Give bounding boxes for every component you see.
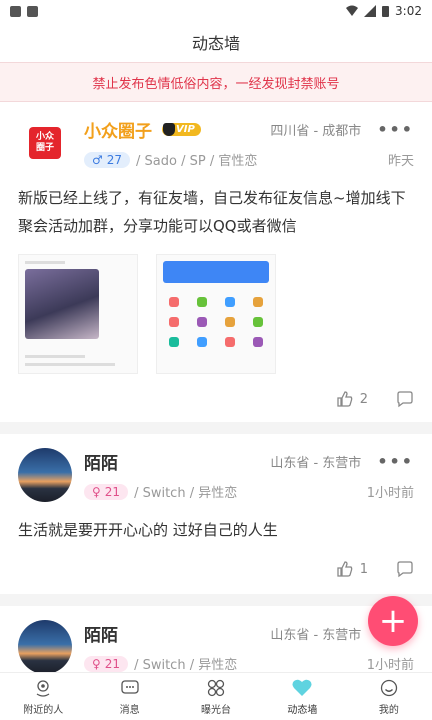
image-line <box>25 261 65 264</box>
comment-button[interactable] <box>396 560 414 578</box>
like-button[interactable]: 1 <box>336 560 368 578</box>
user-name[interactable]: 陌陌 <box>84 449 118 474</box>
nearby-icon <box>36 679 50 697</box>
post-image[interactable] <box>18 254 138 374</box>
grid-dot <box>197 337 207 347</box>
age: 21 <box>104 484 121 499</box>
post-card[interactable]: 小众 圈子 小众圈子 VIP 四川省 - 成都市 ••• ♂ 27 / Sado… <box>0 102 432 422</box>
user-tags: / Switch / 异性恋 <box>134 486 238 501</box>
image-line <box>25 355 85 358</box>
status-bar: 3:02 <box>0 0 432 22</box>
avatar[interactable]: 小众 圈子 <box>18 116 72 170</box>
bottom-nav: 附近的人 消息 曝光台 动态墙 我的 <box>0 672 432 720</box>
avatar[interactable] <box>18 448 72 502</box>
nav-messages[interactable]: 消息 <box>86 673 172 720</box>
screenshot-grid <box>163 297 269 347</box>
grid-dot <box>225 297 235 307</box>
nav-profile[interactable]: 我的 <box>346 673 432 720</box>
user-tags: / Switch / 异性恋 <box>134 658 238 672</box>
nav-label: 曝光台 <box>201 704 232 716</box>
gender-age-badge: ♀ 21 <box>84 655 129 672</box>
logo-text-top: 小众 <box>35 132 54 142</box>
grid-dot <box>197 297 207 307</box>
battery-icon <box>382 6 390 17</box>
notice-banner: 禁止发布色情低俗内容，一经发现封禁账号 <box>0 62 432 102</box>
gender-age-badge: ♂ 27 <box>84 151 131 168</box>
logo-text-bottom: 圈子 <box>35 143 54 153</box>
vip-badge: VIP <box>162 122 201 136</box>
post-time: 1小时前 <box>366 658 414 672</box>
post-content: 新版已经上线了，有征友墙，自己发布征友信息~增加线下聚会活动加群，分享功能可以Q… <box>18 189 406 235</box>
grid-dot <box>253 297 263 307</box>
nav-exposure[interactable]: 曝光台 <box>173 673 259 720</box>
screenshot-banner <box>163 261 269 283</box>
create-post-button[interactable]: + <box>368 596 418 646</box>
comment-icon <box>397 561 413 578</box>
more-options-icon[interactable]: ••• <box>377 120 414 139</box>
status-time: 3:02 <box>395 4 422 18</box>
grid-dot <box>169 337 179 347</box>
location: 山东省 - 东营市 <box>270 627 362 643</box>
exposure-icon <box>207 679 225 696</box>
heart-icon <box>292 679 312 696</box>
thumbs-up-icon <box>337 391 353 407</box>
post-image[interactable] <box>156 254 276 374</box>
grid-dot <box>169 297 179 307</box>
profile-icon <box>380 679 397 696</box>
comment-button[interactable] <box>396 390 414 408</box>
nav-label: 附近的人 <box>23 704 64 716</box>
grid-dot <box>197 317 207 327</box>
female-icon: ♀ <box>92 656 101 671</box>
comment-icon <box>397 391 413 408</box>
nav-label: 消息 <box>119 704 140 716</box>
gallery-notification-icon <box>10 5 21 17</box>
app-logo: 小众 圈子 <box>29 127 61 159</box>
post-card[interactable]: 陌陌 山东省 - 东营市 ••• ♀ 21 / Switch / 异性恋 1 <box>0 434 432 594</box>
image-line <box>25 363 115 366</box>
post-time: 昨天 <box>387 154 414 169</box>
wifi-icon <box>346 5 359 16</box>
grid-dot <box>225 317 235 327</box>
grid-dot <box>253 337 263 347</box>
like-count: 1 <box>359 561 368 577</box>
nav-nearby[interactable]: 附近的人 <box>0 673 86 720</box>
post-feed[interactable]: 小众 圈子 小众圈子 VIP 四川省 - 成都市 ••• ♂ 27 / Sado… <box>0 102 432 672</box>
user-name[interactable]: 小众圈子 <box>84 117 152 142</box>
location: 四川省 - 成都市 <box>270 123 362 139</box>
nav-label: 我的 <box>378 704 399 716</box>
photo-thumbnail <box>25 269 99 339</box>
post-card[interactable]: 陌陌 山东省 - 东营市 ••• ♀ 21 / Switch / 异性恋 1 <box>0 606 432 672</box>
like-button[interactable]: 2 <box>336 390 368 408</box>
more-options-icon[interactable]: ••• <box>377 452 414 471</box>
grid-dot <box>225 337 235 347</box>
post-content: 生活就是要开开心心的 过好自己的人生 <box>18 521 278 539</box>
nav-feed[interactable]: 动态墙 <box>259 673 345 720</box>
page-title: 动态墙 <box>191 34 240 53</box>
grid-dot <box>169 317 179 327</box>
age: 21 <box>104 656 121 671</box>
app-notification-icon <box>27 5 38 17</box>
age: 27 <box>106 152 123 167</box>
signal-icon <box>364 5 377 17</box>
user-name[interactable]: 陌陌 <box>84 621 118 646</box>
location: 山东省 - 东营市 <box>270 455 362 471</box>
male-icon: ♂ <box>92 152 103 167</box>
grid-dot <box>253 317 263 327</box>
like-count: 2 <box>359 391 368 407</box>
gender-age-badge: ♀ 21 <box>84 483 129 500</box>
thumbs-up-icon <box>337 561 353 577</box>
post-time: 1小时前 <box>366 486 414 501</box>
female-icon: ♀ <box>92 484 101 499</box>
message-icon <box>120 679 139 694</box>
user-tags: / Sado / SP / 官性恋 <box>136 154 258 169</box>
nav-label: 动态墙 <box>287 704 318 716</box>
avatar[interactable] <box>18 620 72 672</box>
